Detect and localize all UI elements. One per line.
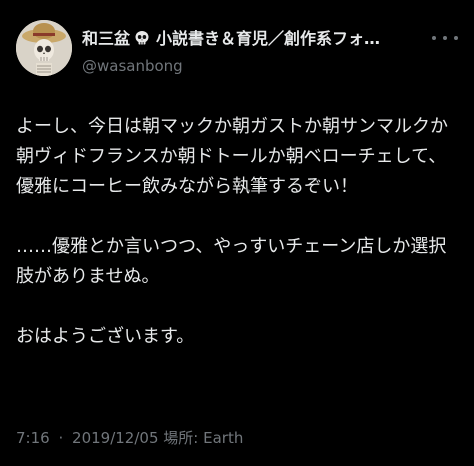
dot-icon (443, 36, 447, 40)
tweet-text: よーし、今日は朝マックか朝ガストか朝サンマルクか朝ヴィドフランスか朝ドトールか朝… (16, 112, 464, 352)
tweet-card: 和三盆 小説書き＆育児／創作系フォ… @wasanbong よーし、今日は朝マッ… (0, 0, 474, 466)
avatar[interactable] (16, 20, 72, 76)
more-options-icon[interactable] (432, 28, 458, 48)
tweet-paragraph: おはようございます。 (16, 326, 195, 347)
tweet-header: 和三盆 小説書き＆育児／創作系フォ… @wasanbong (82, 28, 442, 76)
meta-separator: · (58, 429, 64, 447)
tweet-paragraph: ……優雅とか言いつつ、やっすいチェーン店しか選択肢がありませぬ。 (16, 236, 447, 287)
user-handle[interactable]: @wasanbong (82, 56, 442, 76)
skeleton-avatar-icon (16, 20, 72, 76)
dot-icon (432, 36, 436, 40)
dot-icon (454, 36, 458, 40)
tweet-location[interactable]: 場所: Earth (163, 429, 243, 447)
display-name-suffix: 小説書き＆育児／創作系フォ… (156, 29, 381, 48)
tweet-date[interactable]: 2019/12/05 (72, 429, 158, 447)
tweet-meta: 7:16 · 2019/12/05 場所: Earth (16, 428, 243, 448)
display-name-text: 和三盆 (82, 29, 131, 48)
display-name[interactable]: 和三盆 小説書き＆育児／創作系フォ… (82, 28, 442, 50)
tweet-paragraph: よーし、今日は朝マックか朝ガストか朝サンマルクか朝ヴィドフランスか朝ドトールか朝… (16, 116, 448, 197)
tweet-time[interactable]: 7:16 (16, 429, 50, 447)
skull-emoji-icon (134, 28, 150, 50)
